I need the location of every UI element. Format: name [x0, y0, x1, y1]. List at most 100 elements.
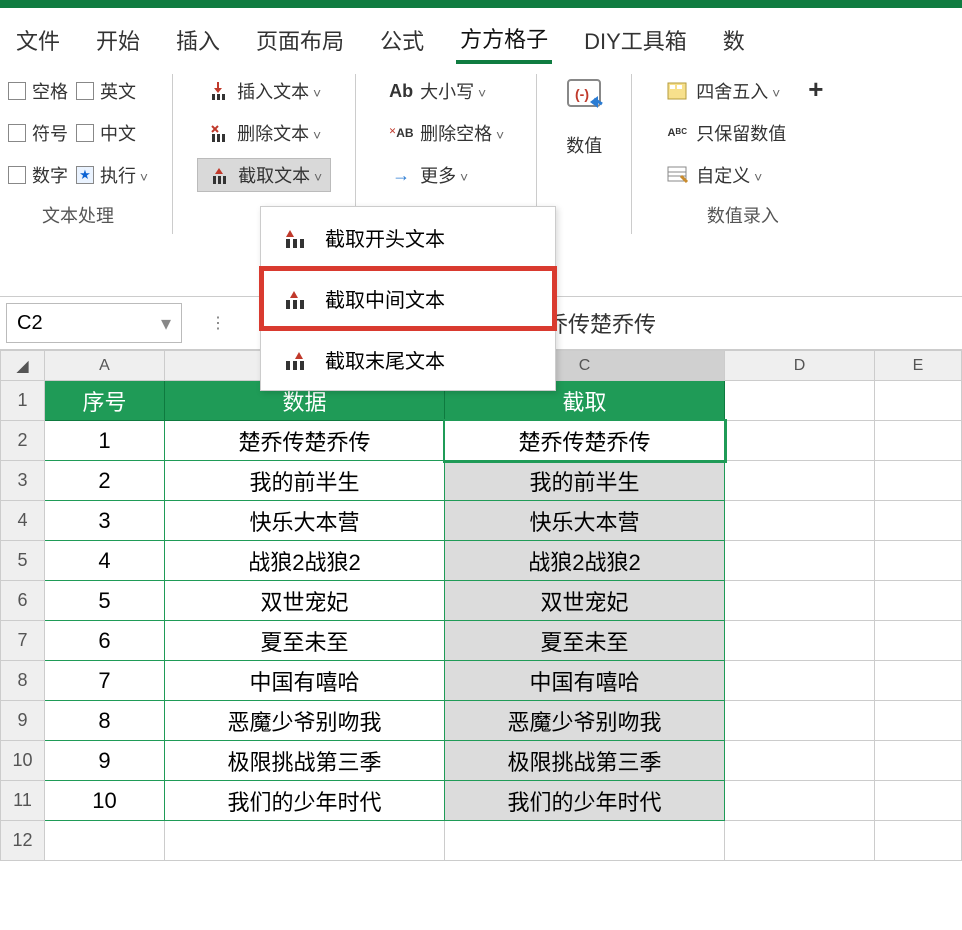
dd-extract-mid[interactable]: 截取中间文本: [261, 268, 555, 329]
cell-data[interactable]: 双世宠妃: [165, 581, 445, 621]
select-all-corner[interactable]: ◢: [1, 351, 45, 381]
row-header[interactable]: 7: [1, 621, 45, 661]
checkbox-eng[interactable]: [76, 82, 94, 100]
cell-extract[interactable]: 夏至未至: [445, 621, 725, 661]
cell-data[interactable]: 极限挑战第三季: [165, 741, 445, 781]
cell-data[interactable]: 恶魔少爷别吻我: [165, 701, 445, 741]
cell[interactable]: [875, 581, 962, 621]
checkbox-symbol[interactable]: [8, 124, 26, 142]
cell[interactable]: [875, 421, 962, 461]
cell[interactable]: [725, 621, 875, 661]
tab-fangfang-gezi[interactable]: 方方格子: [456, 16, 552, 64]
row-header[interactable]: 4: [1, 501, 45, 541]
cell[interactable]: [875, 621, 962, 661]
row-header[interactable]: 11: [1, 781, 45, 821]
checkbox-space[interactable]: [8, 82, 26, 100]
cell-seq[interactable]: 3: [45, 501, 165, 541]
cell-seq[interactable]: 7: [45, 661, 165, 701]
cell-data[interactable]: 楚乔传楚乔传: [165, 421, 445, 461]
btn-more[interactable]: → 更多: [380, 158, 512, 192]
tab-pagelayout[interactable]: 页面布局: [252, 18, 348, 62]
btn-insert-text[interactable]: 插入文本: [197, 74, 331, 108]
cell[interactable]: [725, 381, 875, 421]
cell-extract[interactable]: 中国有嘻哈: [445, 661, 725, 701]
cell-data[interactable]: 快乐大本营: [165, 501, 445, 541]
row-header[interactable]: 9: [1, 701, 45, 741]
cell-extract[interactable]: 极限挑战第三季: [445, 741, 725, 781]
btn-keep-numeric[interactable]: ABC 只保留数值: [656, 116, 794, 150]
dd-extract-start[interactable]: 截取开头文本: [261, 207, 555, 268]
cell-data[interactable]: 夏至未至: [165, 621, 445, 661]
cell[interactable]: [725, 661, 875, 701]
row-header[interactable]: 12: [1, 821, 45, 861]
cell-data[interactable]: 我的前半生: [165, 461, 445, 501]
cell-seq[interactable]: 5: [45, 581, 165, 621]
btn-trim[interactable]: ✕AB 删除空格: [380, 116, 512, 150]
col-header-d[interactable]: D: [725, 351, 875, 381]
row-header[interactable]: 3: [1, 461, 45, 501]
numeric-icon[interactable]: (-): [561, 74, 607, 120]
cell-extract[interactable]: 快乐大本营: [445, 501, 725, 541]
cell[interactable]: [725, 701, 875, 741]
cell-seq[interactable]: 8: [45, 701, 165, 741]
cell-extract[interactable]: 我的前半生: [445, 461, 725, 501]
btn-delete-text[interactable]: 删除文本: [197, 116, 331, 150]
cell[interactable]: [725, 741, 875, 781]
cell[interactable]: [45, 821, 165, 861]
tab-diy-toolbox[interactable]: DIY工具箱: [580, 18, 691, 62]
row-header[interactable]: 5: [1, 541, 45, 581]
cell[interactable]: [725, 541, 875, 581]
btn-extract-text[interactable]: 截取文本: [197, 158, 331, 192]
tab-file[interactable]: 文件: [12, 18, 64, 62]
numeric-label[interactable]: 数值: [566, 132, 602, 158]
cell-data[interactable]: 我们的少年时代: [165, 781, 445, 821]
cell-data[interactable]: 战狼2战狼2: [165, 541, 445, 581]
chevron-down-icon[interactable]: ▾: [161, 311, 171, 336]
cell[interactable]: [875, 461, 962, 501]
add-command-button[interactable]: +: [802, 74, 829, 192]
cell-seq[interactable]: 10: [45, 781, 165, 821]
btn-round[interactable]: 四舍五入: [656, 74, 794, 108]
row-header[interactable]: 8: [1, 661, 45, 701]
formula-bar-text[interactable]: 乔传楚乔传: [546, 307, 656, 339]
cell[interactable]: [875, 661, 962, 701]
tab-insert[interactable]: 插入: [172, 18, 224, 62]
cell[interactable]: [875, 821, 962, 861]
cell[interactable]: [875, 501, 962, 541]
dd-extract-end[interactable]: 截取末尾文本: [261, 329, 555, 390]
cell[interactable]: [165, 821, 445, 861]
tab-formulas[interactable]: 公式: [376, 18, 428, 62]
row-header[interactable]: 6: [1, 581, 45, 621]
cell[interactable]: [875, 541, 962, 581]
btn-case[interactable]: Ab 大小写: [380, 74, 512, 108]
fx-dots-icon[interactable]: ⋮: [210, 313, 226, 333]
label-exec[interactable]: 执行: [100, 162, 148, 188]
cell[interactable]: [725, 821, 875, 861]
cell-seq[interactable]: 1: [45, 421, 165, 461]
tab-home[interactable]: 开始: [92, 18, 144, 62]
cell-extract[interactable]: 双世宠妃: [445, 581, 725, 621]
cell-data[interactable]: 中国有嘻哈: [165, 661, 445, 701]
cell[interactable]: [445, 821, 725, 861]
checkbox-exec[interactable]: ★: [76, 166, 94, 184]
cell[interactable]: [725, 501, 875, 541]
checkbox-cn[interactable]: [76, 124, 94, 142]
col-header-e[interactable]: E: [875, 351, 962, 381]
col-header-a[interactable]: A: [45, 351, 165, 381]
cell-seq[interactable]: 9: [45, 741, 165, 781]
checkbox-number[interactable]: [8, 166, 26, 184]
row-header[interactable]: 1: [1, 381, 45, 421]
btn-custom[interactable]: 自定义: [656, 158, 794, 192]
cell[interactable]: [875, 701, 962, 741]
cell-seq[interactable]: 4: [45, 541, 165, 581]
row-header[interactable]: 10: [1, 741, 45, 781]
cell[interactable]: [875, 781, 962, 821]
cell[interactable]: [725, 781, 875, 821]
table-header-seq[interactable]: 序号: [45, 381, 165, 421]
row-header[interactable]: 2: [1, 421, 45, 461]
cell[interactable]: [725, 581, 875, 621]
cell[interactable]: [875, 381, 962, 421]
cell[interactable]: [725, 421, 875, 461]
cell-seq[interactable]: 6: [45, 621, 165, 661]
cell-extract[interactable]: 恶魔少爷别吻我: [445, 701, 725, 741]
